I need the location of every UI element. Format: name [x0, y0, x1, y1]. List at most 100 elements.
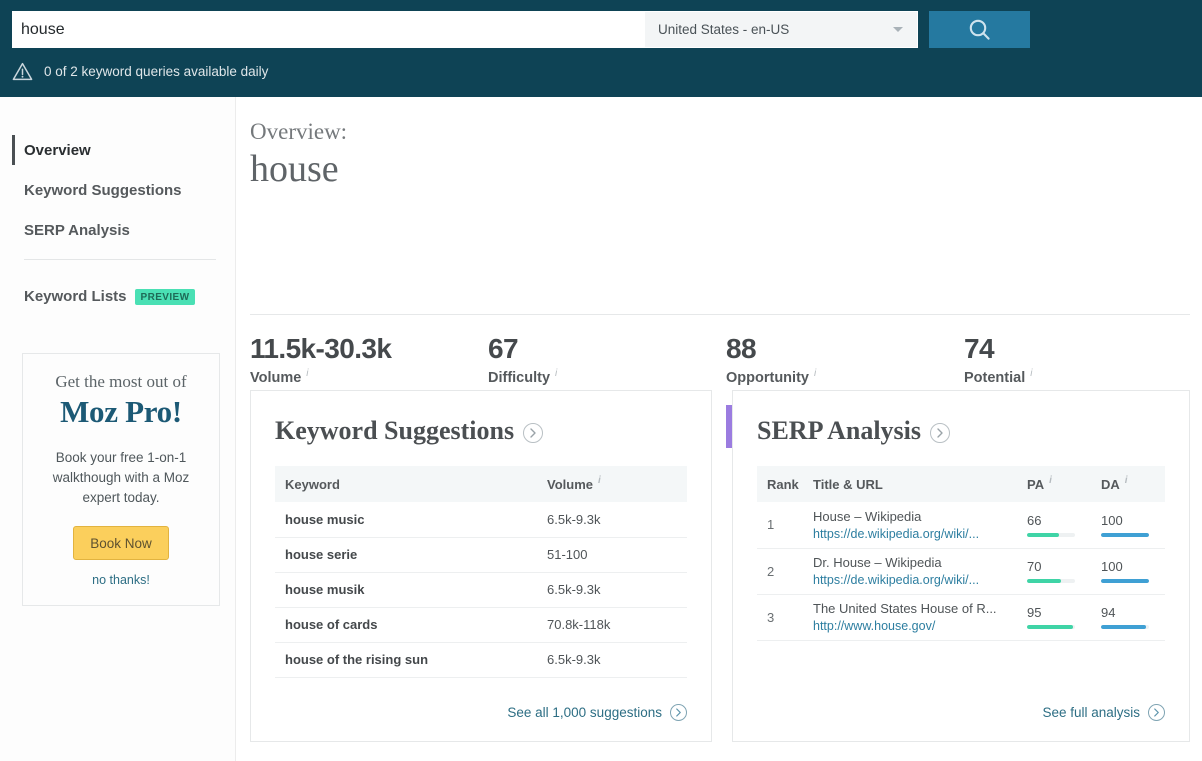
- score-bar: [1027, 533, 1075, 537]
- keyword-search-input[interactable]: [21, 12, 651, 47]
- promo-body: Book your free 1-on-1 walkthough with a …: [41, 448, 201, 508]
- col-label: DA: [1101, 477, 1120, 492]
- chevron-right-icon: [1148, 704, 1165, 721]
- table-row[interactable]: 3The United States House of R...http://w…: [757, 594, 1165, 640]
- score-bar-fill: [1027, 533, 1059, 537]
- info-icon[interactable]: i: [814, 368, 816, 379]
- pa-cell: 95: [1017, 594, 1091, 640]
- result-url-link[interactable]: https://de.wikipedia.org/wiki/...: [813, 527, 1017, 541]
- metric-value: 74: [964, 333, 1202, 365]
- warning-triangle-icon: [12, 62, 33, 81]
- sidebar-item-overview[interactable]: Overview: [0, 130, 236, 170]
- sidebar-item-label: SERP Analysis: [24, 222, 130, 239]
- body-wrapper: Overview Keyword Suggestions SERP Analys…: [0, 97, 1202, 761]
- score-value: 66: [1027, 513, 1091, 528]
- promo-brand: Moz Pro!: [23, 394, 219, 430]
- score-bar: [1101, 625, 1149, 629]
- info-icon[interactable]: i: [1049, 475, 1052, 486]
- score-bar-fill: [1101, 625, 1146, 629]
- result-title: Dr. House – Wikipedia: [813, 555, 942, 570]
- rank-cell: 1: [757, 502, 803, 548]
- col-label: PA: [1027, 477, 1044, 492]
- metric-value: 88: [726, 333, 964, 365]
- result-url-link[interactable]: http://www.house.gov/: [813, 619, 1017, 633]
- volume-cell: 51-100: [537, 537, 687, 572]
- quota-text: 0 of 2 keyword queries available daily: [44, 64, 268, 79]
- table-row[interactable]: house of the rising sun6.5k-9.3k: [275, 642, 687, 677]
- promo-kicker: Get the most out of: [23, 372, 219, 392]
- chevron-right-icon[interactable]: [523, 423, 543, 443]
- sidebar: Overview Keyword Suggestions SERP Analys…: [0, 97, 236, 761]
- book-now-button[interactable]: Book Now: [73, 526, 169, 560]
- info-icon[interactable]: i: [1125, 475, 1128, 486]
- sidebar-item-label: Overview: [24, 142, 91, 159]
- keyword-cell: house of cards: [275, 607, 537, 642]
- chevron-right-icon[interactable]: [930, 423, 950, 443]
- metric-label: Difficulty: [488, 370, 550, 386]
- info-icon[interactable]: i: [598, 475, 601, 486]
- sidebar-item-label: Keyword Suggestions: [24, 182, 182, 199]
- col-da[interactable]: DA i: [1091, 466, 1165, 502]
- keyword-suggestions-panel: Keyword Suggestions Keyword: [250, 390, 712, 742]
- table-row[interactable]: house music6.5k-9.3k: [275, 502, 687, 537]
- moz-pro-promo: Get the most out of Moz Pro! Book your f…: [22, 353, 220, 606]
- search-box: United States - en-US: [12, 11, 918, 48]
- metric-label: Opportunity: [726, 370, 809, 386]
- sidebar-item-serp-analysis[interactable]: SERP Analysis: [0, 210, 236, 250]
- page-title-kicker: Overview:: [250, 119, 1190, 145]
- table-row[interactable]: house musik6.5k-9.3k: [275, 572, 687, 607]
- sidebar-item-keyword-suggestions[interactable]: Keyword Suggestions: [0, 170, 236, 210]
- col-volume[interactable]: Volume i: [537, 466, 687, 502]
- search-button[interactable]: [929, 11, 1030, 48]
- result-url-link[interactable]: https://de.wikipedia.org/wiki/...: [813, 573, 1017, 587]
- score-bar: [1101, 579, 1149, 583]
- score-bar-fill: [1101, 579, 1149, 583]
- locale-select[interactable]: United States - en-US: [645, 12, 917, 47]
- da-cell: 100: [1091, 502, 1165, 548]
- col-keyword[interactable]: Keyword: [275, 466, 537, 502]
- da-cell: 100: [1091, 548, 1165, 594]
- app-header: United States - en-US 0 of 2 keyword que…: [0, 0, 1202, 97]
- col-pa[interactable]: PA i: [1017, 466, 1091, 502]
- info-icon[interactable]: i: [1030, 368, 1032, 379]
- table-row[interactable]: house of cards70.8k-118k: [275, 607, 687, 642]
- main-content: Overview: house 11.5k-30.3k Volume i 67 …: [236, 97, 1202, 761]
- da-cell: 94: [1091, 594, 1165, 640]
- title-url-cell: Dr. House – Wikipedia https://de.wikipedi…: [803, 548, 1017, 594]
- serp-analysis-body: 1House – Wikipediahttps://de.wikipedia.o…: [757, 502, 1165, 640]
- chevron-down-icon: [893, 27, 903, 32]
- rank-cell: 3: [757, 594, 803, 640]
- table-row[interactable]: house serie51-100: [275, 537, 687, 572]
- search-icon: [967, 17, 993, 43]
- table-row[interactable]: 1House – Wikipediahttps://de.wikipedia.o…: [757, 502, 1165, 548]
- chevron-right-icon: [670, 704, 687, 721]
- see-all-suggestions-link[interactable]: See all 1,000 suggestions: [507, 704, 687, 721]
- table-row[interactable]: 2 Dr. House – Wikipedia https://de.wikiped…: [757, 548, 1165, 594]
- metric-value: 67: [488, 333, 726, 365]
- col-label: Keyword: [285, 477, 340, 492]
- info-icon[interactable]: i: [555, 368, 557, 379]
- sidebar-divider: [24, 259, 216, 260]
- see-full-analysis-link[interactable]: See full analysis: [1042, 704, 1165, 721]
- volume-cell: 6.5k-9.3k: [537, 502, 687, 537]
- col-title-url[interactable]: Title & URL: [803, 466, 1017, 502]
- sidebar-item-label: Keyword Lists: [24, 288, 127, 305]
- title-url-cell: House – Wikipediahttps://de.wikipedia.or…: [803, 502, 1017, 548]
- score-bar: [1027, 625, 1075, 629]
- volume-cell: 6.5k-9.3k: [537, 642, 687, 677]
- keyword-suggestions-table: Keyword Volume i house music6.5k-9.3khou…: [275, 466, 687, 678]
- rank-cell: 2: [757, 548, 803, 594]
- keyword-cell: house serie: [275, 537, 537, 572]
- col-rank[interactable]: Rank: [757, 466, 803, 502]
- info-icon[interactable]: i: [306, 368, 308, 379]
- sidebar-item-keyword-lists[interactable]: Keyword Lists PREVIEW: [24, 288, 195, 305]
- quota-notice: 0 of 2 keyword queries available daily: [12, 62, 268, 81]
- col-label: Rank: [767, 477, 799, 492]
- keyword-cell: house musik: [275, 572, 537, 607]
- serp-analysis-panel: SERP Analysis Rank Title & URL: [732, 390, 1190, 742]
- col-label: Title & URL: [813, 477, 883, 492]
- no-thanks-link[interactable]: no thanks!: [23, 573, 219, 587]
- score-value: 100: [1101, 559, 1165, 574]
- score-value: 100: [1101, 513, 1165, 528]
- metric-value: 11.5k-30.3k: [250, 333, 488, 365]
